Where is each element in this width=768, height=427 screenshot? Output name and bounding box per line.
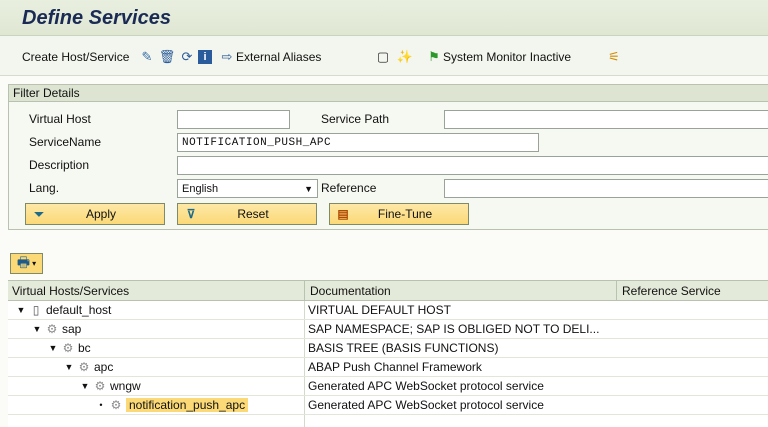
- collapse-icon[interactable]: ▼: [32, 324, 42, 334]
- service-node-icon: ⚙: [46, 322, 58, 336]
- page-title: Define Services: [22, 7, 171, 29]
- tree-node-label-selected: notification_push_apc: [126, 398, 249, 412]
- apply-button[interactable]: ⏷ Apply: [25, 203, 165, 225]
- tree-row[interactable]: ▼ ⚙ apc ABAP Push Channel Framework: [8, 358, 768, 377]
- edit-icon[interactable]: ✎: [138, 47, 156, 67]
- service-name-input[interactable]: NOTIFICATION_PUSH_APC: [177, 133, 539, 152]
- external-aliases-button[interactable]: ⇨ External Aliases: [218, 47, 322, 67]
- create-host-service-label: Create Host/Service: [22, 50, 130, 64]
- arrow-right-icon: ⇨: [221, 49, 233, 64]
- refresh-icon[interactable]: ⟳: [178, 47, 196, 67]
- filter-details-panel: Filter Details Virtual Host Service Path…: [8, 84, 768, 230]
- virtual-host-input[interactable]: [177, 110, 290, 129]
- flag-icon: ⚑: [428, 49, 440, 64]
- tree-row-doc: Generated APC WebSocket protocol service: [308, 379, 544, 393]
- service-name-label: ServiceName: [29, 135, 102, 149]
- tree-row[interactable]: ▼ ⚙ sap SAP NAMESPACE; SAP IS OBLIGED NO…: [8, 320, 768, 339]
- printer-icon: 🖶: [16, 253, 31, 270]
- window-icon[interactable]: ▢: [374, 47, 392, 67]
- column-virtual-hosts[interactable]: Virtual Hosts/Services: [12, 284, 129, 298]
- title-bar: Define Services: [0, 0, 768, 36]
- info-icon[interactable]: i: [198, 47, 212, 67]
- fine-tune-icon: ▤: [337, 207, 349, 221]
- dropdown-icon: ▾: [32, 259, 37, 268]
- tree-row[interactable]: ▼ ⚙ bc BASIS TREE (BASIS FUNCTIONS): [8, 339, 768, 358]
- reference-label: Reference: [321, 181, 377, 195]
- service-path-label: Service Path: [321, 112, 390, 126]
- toolbar: Create Host/Service ✎ 🗑 ⟳ i ⇨ External A…: [0, 36, 768, 76]
- tree-node-label: sap: [62, 322, 82, 336]
- fine-tune-button[interactable]: ▤ Fine-Tune: [329, 203, 469, 225]
- virtual-host-label: Virtual Host: [29, 112, 91, 126]
- service-node-icon: ⚙: [94, 379, 106, 393]
- filter-details-header: Filter Details: [9, 85, 768, 102]
- external-aliases-label: External Aliases: [236, 50, 322, 64]
- system-monitor-button[interactable]: ⚑ System Monitor Inactive: [425, 47, 571, 67]
- apply-label: Apply: [85, 207, 117, 221]
- lang-select-value: English: [182, 183, 219, 195]
- wand-icon[interactable]: ✨: [396, 47, 414, 67]
- services-tree: Virtual Hosts/Services Documentation Ref…: [8, 280, 768, 427]
- tree-row[interactable]: ▼ ⚙ wngw Generated APC WebSocket protoco…: [8, 377, 768, 396]
- column-documentation[interactable]: Documentation: [310, 284, 391, 298]
- tree-row-doc: BASIS TREE (BASIS FUNCTIONS): [308, 341, 499, 355]
- reset-label: Reset: [237, 207, 269, 221]
- tree-node-label: bc: [78, 341, 91, 355]
- leaf-bullet-icon: •: [99, 400, 103, 410]
- delete-icon[interactable]: 🗑: [158, 47, 176, 67]
- host-icon: ▯: [32, 303, 40, 317]
- filter-icon: ⏷: [34, 207, 44, 221]
- reset-button[interactable]: ⊽ Reset: [177, 203, 317, 225]
- tree-row-doc: SAP NAMESPACE; SAP IS OBLIGED NOT TO DEL…: [308, 322, 600, 336]
- chevron-down-icon[interactable]: ▼: [304, 182, 313, 196]
- service-leaf-icon: ⚙: [110, 398, 122, 412]
- reset-filter-icon: ⊽: [186, 207, 196, 221]
- collapse-icon[interactable]: ▼: [64, 362, 74, 372]
- tree-row-doc: Generated APC WebSocket protocol service: [308, 398, 544, 412]
- tree-node-label: apc: [94, 360, 114, 374]
- service-path-input[interactable]: [444, 110, 768, 129]
- collapse-icon[interactable]: ▼: [16, 305, 26, 315]
- tree-header: Virtual Hosts/Services Documentation Ref…: [8, 281, 768, 301]
- description-label: Description: [29, 158, 90, 172]
- tree-row[interactable]: ▼ ▯ default_host VIRTUAL DEFAULT HOST: [8, 301, 768, 320]
- system-monitor-label: System Monitor Inactive: [443, 50, 572, 64]
- create-host-service-button[interactable]: Create Host/Service: [22, 47, 129, 67]
- reference-input[interactable]: [444, 179, 768, 198]
- collapse-icon[interactable]: ▼: [80, 381, 90, 391]
- tree-row-doc: ABAP Push Channel Framework: [308, 360, 482, 374]
- tree-node-label: wngw: [110, 379, 141, 393]
- tree-node-label: default_host: [46, 303, 112, 317]
- column-reference-service[interactable]: Reference Service: [622, 284, 721, 298]
- description-input[interactable]: [177, 156, 768, 175]
- collapse-icon[interactable]: ▼: [48, 343, 58, 353]
- lang-select[interactable]: English ▼: [177, 179, 318, 198]
- tree-row[interactable]: • ⚙ notification_push_apc Generated APC …: [8, 396, 768, 415]
- tree-row-doc: VIRTUAL DEFAULT HOST: [308, 303, 451, 317]
- service-node-icon: ⚙: [62, 341, 74, 355]
- lang-label: Lang.: [29, 181, 60, 195]
- hierarchy-icon[interactable]: ⚟: [605, 47, 623, 67]
- service-node-icon: ⚙: [78, 360, 90, 374]
- print-button[interactable]: 🖶 ▾: [10, 253, 43, 274]
- fine-tune-label: Fine-Tune: [377, 207, 433, 221]
